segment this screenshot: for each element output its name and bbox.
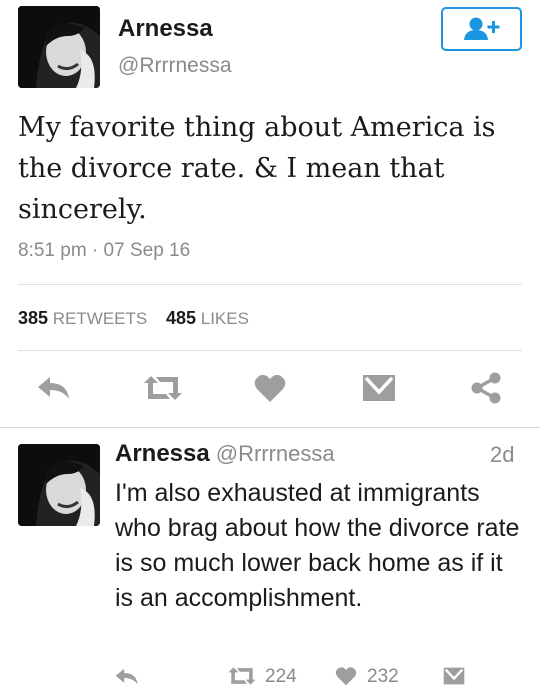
engagement-stats: 385 RETWEETS 485 LIKES	[18, 308, 249, 329]
retweets-label[interactable]: RETWEETS	[53, 309, 147, 328]
like-icon	[254, 374, 286, 402]
like-icon	[335, 667, 357, 686]
likes-count[interactable]: 485	[166, 308, 196, 328]
reply-avatar[interactable]	[18, 444, 100, 526]
divider	[18, 350, 522, 351]
reply-age[interactable]: 2d	[490, 442, 514, 468]
share-icon	[471, 372, 501, 404]
reply-like-count[interactable]: 232	[367, 666, 399, 688]
follow-icon	[463, 17, 499, 40]
retweet-icon	[144, 376, 182, 400]
reply-handle[interactable]: @Rrrrnessa	[216, 441, 335, 466]
likes-label[interactable]: LIKES	[201, 309, 249, 328]
user-handle[interactable]: @Rrrrnessa	[118, 54, 232, 78]
follow-button[interactable]	[441, 7, 522, 51]
tweet-timestamp[interactable]: 8:51 pm · 07 Sep 16	[18, 240, 190, 262]
tweet-text: My favorite thing about America is the d…	[18, 112, 496, 225]
like-button[interactable]	[250, 370, 290, 406]
reply-reply-button[interactable]	[112, 664, 142, 688]
display-name[interactable]: Arnessa	[118, 15, 213, 43]
message-icon	[443, 667, 465, 685]
reply-display-name[interactable]: Arnessa	[115, 440, 210, 467]
message-icon	[363, 375, 395, 401]
avatar[interactable]	[18, 6, 100, 88]
tweet-separator	[0, 427, 540, 428]
main-tweet: Arnessa @Rrrrnessa My favorite thing abo…	[0, 0, 540, 427]
share-button[interactable]	[466, 370, 506, 406]
divider	[18, 284, 522, 285]
reply-retweet-button[interactable]	[225, 664, 259, 688]
reply-button[interactable]	[34, 370, 74, 406]
reply-like-button[interactable]	[332, 664, 360, 688]
reply-message-button[interactable]	[440, 664, 468, 688]
reply-author[interactable]: Arnessa @Rrrrnessa	[115, 440, 335, 468]
retweet-icon	[228, 667, 256, 685]
retweets-count[interactable]: 385	[18, 308, 48, 328]
retweet-button[interactable]	[140, 370, 186, 406]
reply-text: I'm also exhausted at immigrants who bra…	[115, 479, 520, 612]
reply-icon	[115, 668, 138, 684]
reply-icon	[38, 377, 69, 399]
reply-retweet-count[interactable]: 224	[265, 666, 297, 688]
message-button[interactable]	[358, 370, 400, 406]
